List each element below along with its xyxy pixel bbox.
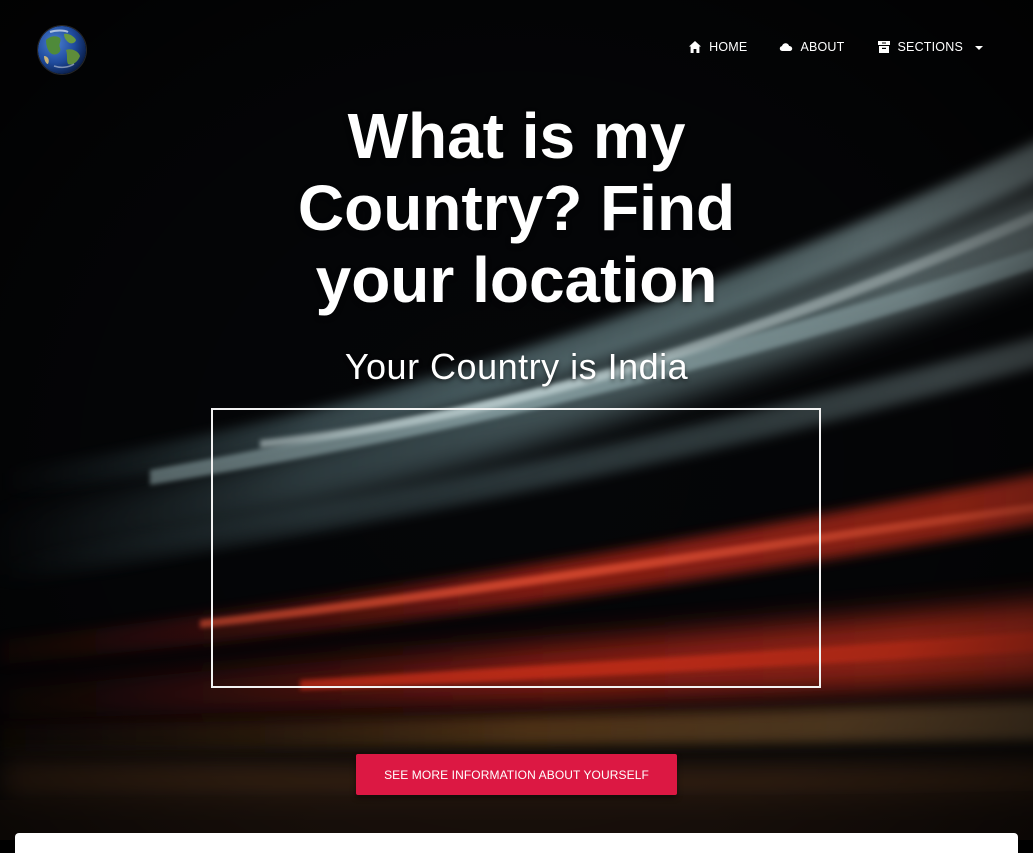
home-icon <box>689 41 702 53</box>
content-card-edge <box>15 833 1018 853</box>
title-line: What is my <box>347 100 686 172</box>
nav-sections-dropdown[interactable]: SECTIONS <box>877 40 983 54</box>
page-title: What is my Country? Find your location <box>0 100 1033 316</box>
caret-down-icon <box>975 46 983 50</box>
main-nav: HOME ABOUT SECTIONS <box>688 40 983 54</box>
nav-about-label: ABOUT <box>800 40 845 54</box>
title-line: your location <box>315 244 718 316</box>
map-frame[interactable] <box>211 408 821 688</box>
navbar: HOME ABOUT SECTIONS <box>0 0 1033 100</box>
nav-about[interactable]: ABOUT <box>779 40 844 54</box>
title-line: Country? Find <box>297 172 736 244</box>
nav-sections-label: SECTIONS <box>897 40 963 54</box>
nav-home-label: HOME <box>709 40 748 54</box>
cloud-icon <box>780 43 793 51</box>
nav-home[interactable]: HOME <box>688 40 747 54</box>
see-more-info-button[interactable]: SEE MORE INFORMATION ABOUT YOURSELF <box>356 754 677 795</box>
globe-icon[interactable] <box>38 26 86 74</box>
archive-icon <box>877 41 890 53</box>
country-result: Your Country is India <box>344 346 689 387</box>
